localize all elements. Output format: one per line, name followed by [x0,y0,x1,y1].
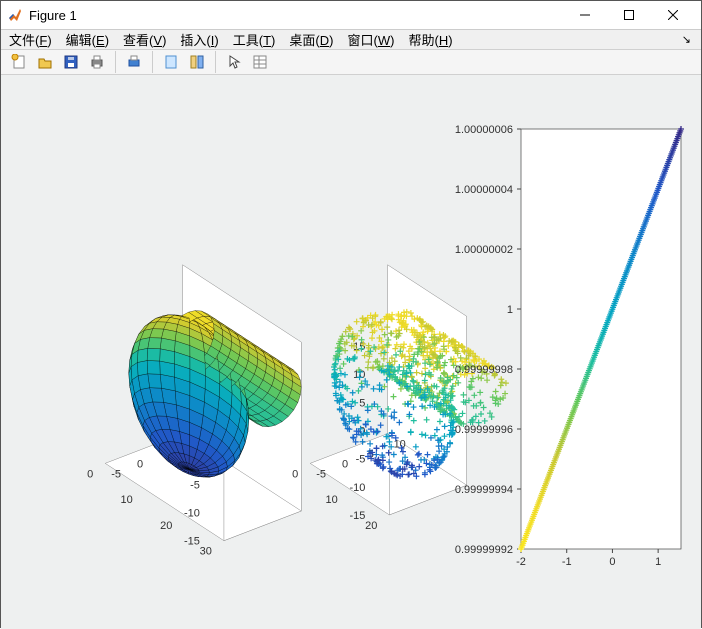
svg-text:0: 0 [87,468,93,480]
open-button[interactable] [33,50,57,74]
svg-text:20: 20 [160,520,172,532]
svg-text:0: 0 [342,458,348,470]
toolbar-separator [152,51,153,73]
svg-text:10: 10 [326,494,338,506]
figure-window: Figure 1 文件(F) 编辑(E) 查看(V) 插入(I) 工具(T) 桌… [0,0,702,628]
axes-2d-scatter: 0.99999992 0.99999994 0.99999996 0.99999998… [455,124,684,568]
svg-text:10: 10 [121,494,133,506]
svg-text:-2: -2 [516,556,526,568]
svg-text:-10: -10 [184,508,200,520]
svg-text:0.99999992: 0.99999992 [455,544,513,556]
new-figure-button[interactable] [7,50,31,74]
window-controls [563,1,695,29]
titlebar: Figure 1 [1,1,701,30]
axes-3d-surface: -15-10-5051015-505100102030 [87,265,301,558]
svg-text:-5: -5 [356,454,366,466]
svg-text:-5: -5 [111,468,121,480]
svg-text:5: 5 [359,397,365,409]
toolbar-separator [215,51,216,73]
svg-text:0: 0 [292,468,298,480]
plots-svg: -15-10-5051015-505100102030-15-10-505101… [11,99,691,619]
svg-text:1: 1 [507,304,513,316]
menubar: 文件(F) 编辑(E) 查看(V) 插入(I) 工具(T) 桌面(D) 窗口(W… [1,30,701,50]
svg-text:0.99999998: 0.99999998 [455,364,513,376]
toolbar [1,50,701,75]
window-title: Figure 1 [29,8,563,23]
svg-text:1.00000006: 1.00000006 [455,124,513,136]
svg-text:1.00000002: 1.00000002 [455,244,513,256]
svg-text:0: 0 [609,556,615,568]
pointer-button[interactable] [222,50,246,74]
menu-edit[interactable]: 编辑(E) [66,30,109,49]
svg-text:-5: -5 [316,468,326,480]
menu-insert[interactable]: 插入(I) [180,30,218,49]
svg-text:20: 20 [365,520,377,532]
svg-text:-1: -1 [562,556,572,568]
close-button[interactable] [651,1,695,29]
svg-text:-15: -15 [184,536,200,548]
svg-text:0.99999994: 0.99999994 [455,484,513,496]
figure-canvas[interactable]: -15-10-5051015-505100102030-15-10-505101… [1,75,701,629]
menu-desktop[interactable]: 桌面(D) [289,30,333,49]
menu-help[interactable]: 帮助(H) [408,30,452,49]
link-button[interactable] [159,50,183,74]
print-button[interactable] [85,50,109,74]
svg-text:0.99999996: 0.99999996 [455,424,513,436]
svg-text:0: 0 [137,458,143,470]
svg-text:-5: -5 [190,479,200,491]
matlab-logo-icon [7,7,23,23]
menu-tools[interactable]: 工具(T) [233,30,276,49]
save-button[interactable] [59,50,83,74]
colorbar-button[interactable] [185,50,209,74]
menu-view[interactable]: 查看(V) [123,30,166,49]
svg-text:1.00000004: 1.00000004 [455,184,513,196]
menu-file[interactable]: 文件(F) [9,30,52,49]
menu-window[interactable]: 窗口(W) [347,30,394,49]
svg-text:-15: -15 [349,510,365,522]
minimize-button[interactable] [563,1,607,29]
svg-text:-10: -10 [349,482,365,494]
maximize-button[interactable] [607,1,651,29]
print-preview-button[interactable] [122,50,146,74]
menubar-overflow-icon[interactable]: ↘ [682,33,691,46]
toolbar-separator [115,51,116,73]
svg-text:30: 30 [200,546,212,558]
property-inspector-button[interactable] [248,50,272,74]
svg-text:1: 1 [655,556,661,568]
